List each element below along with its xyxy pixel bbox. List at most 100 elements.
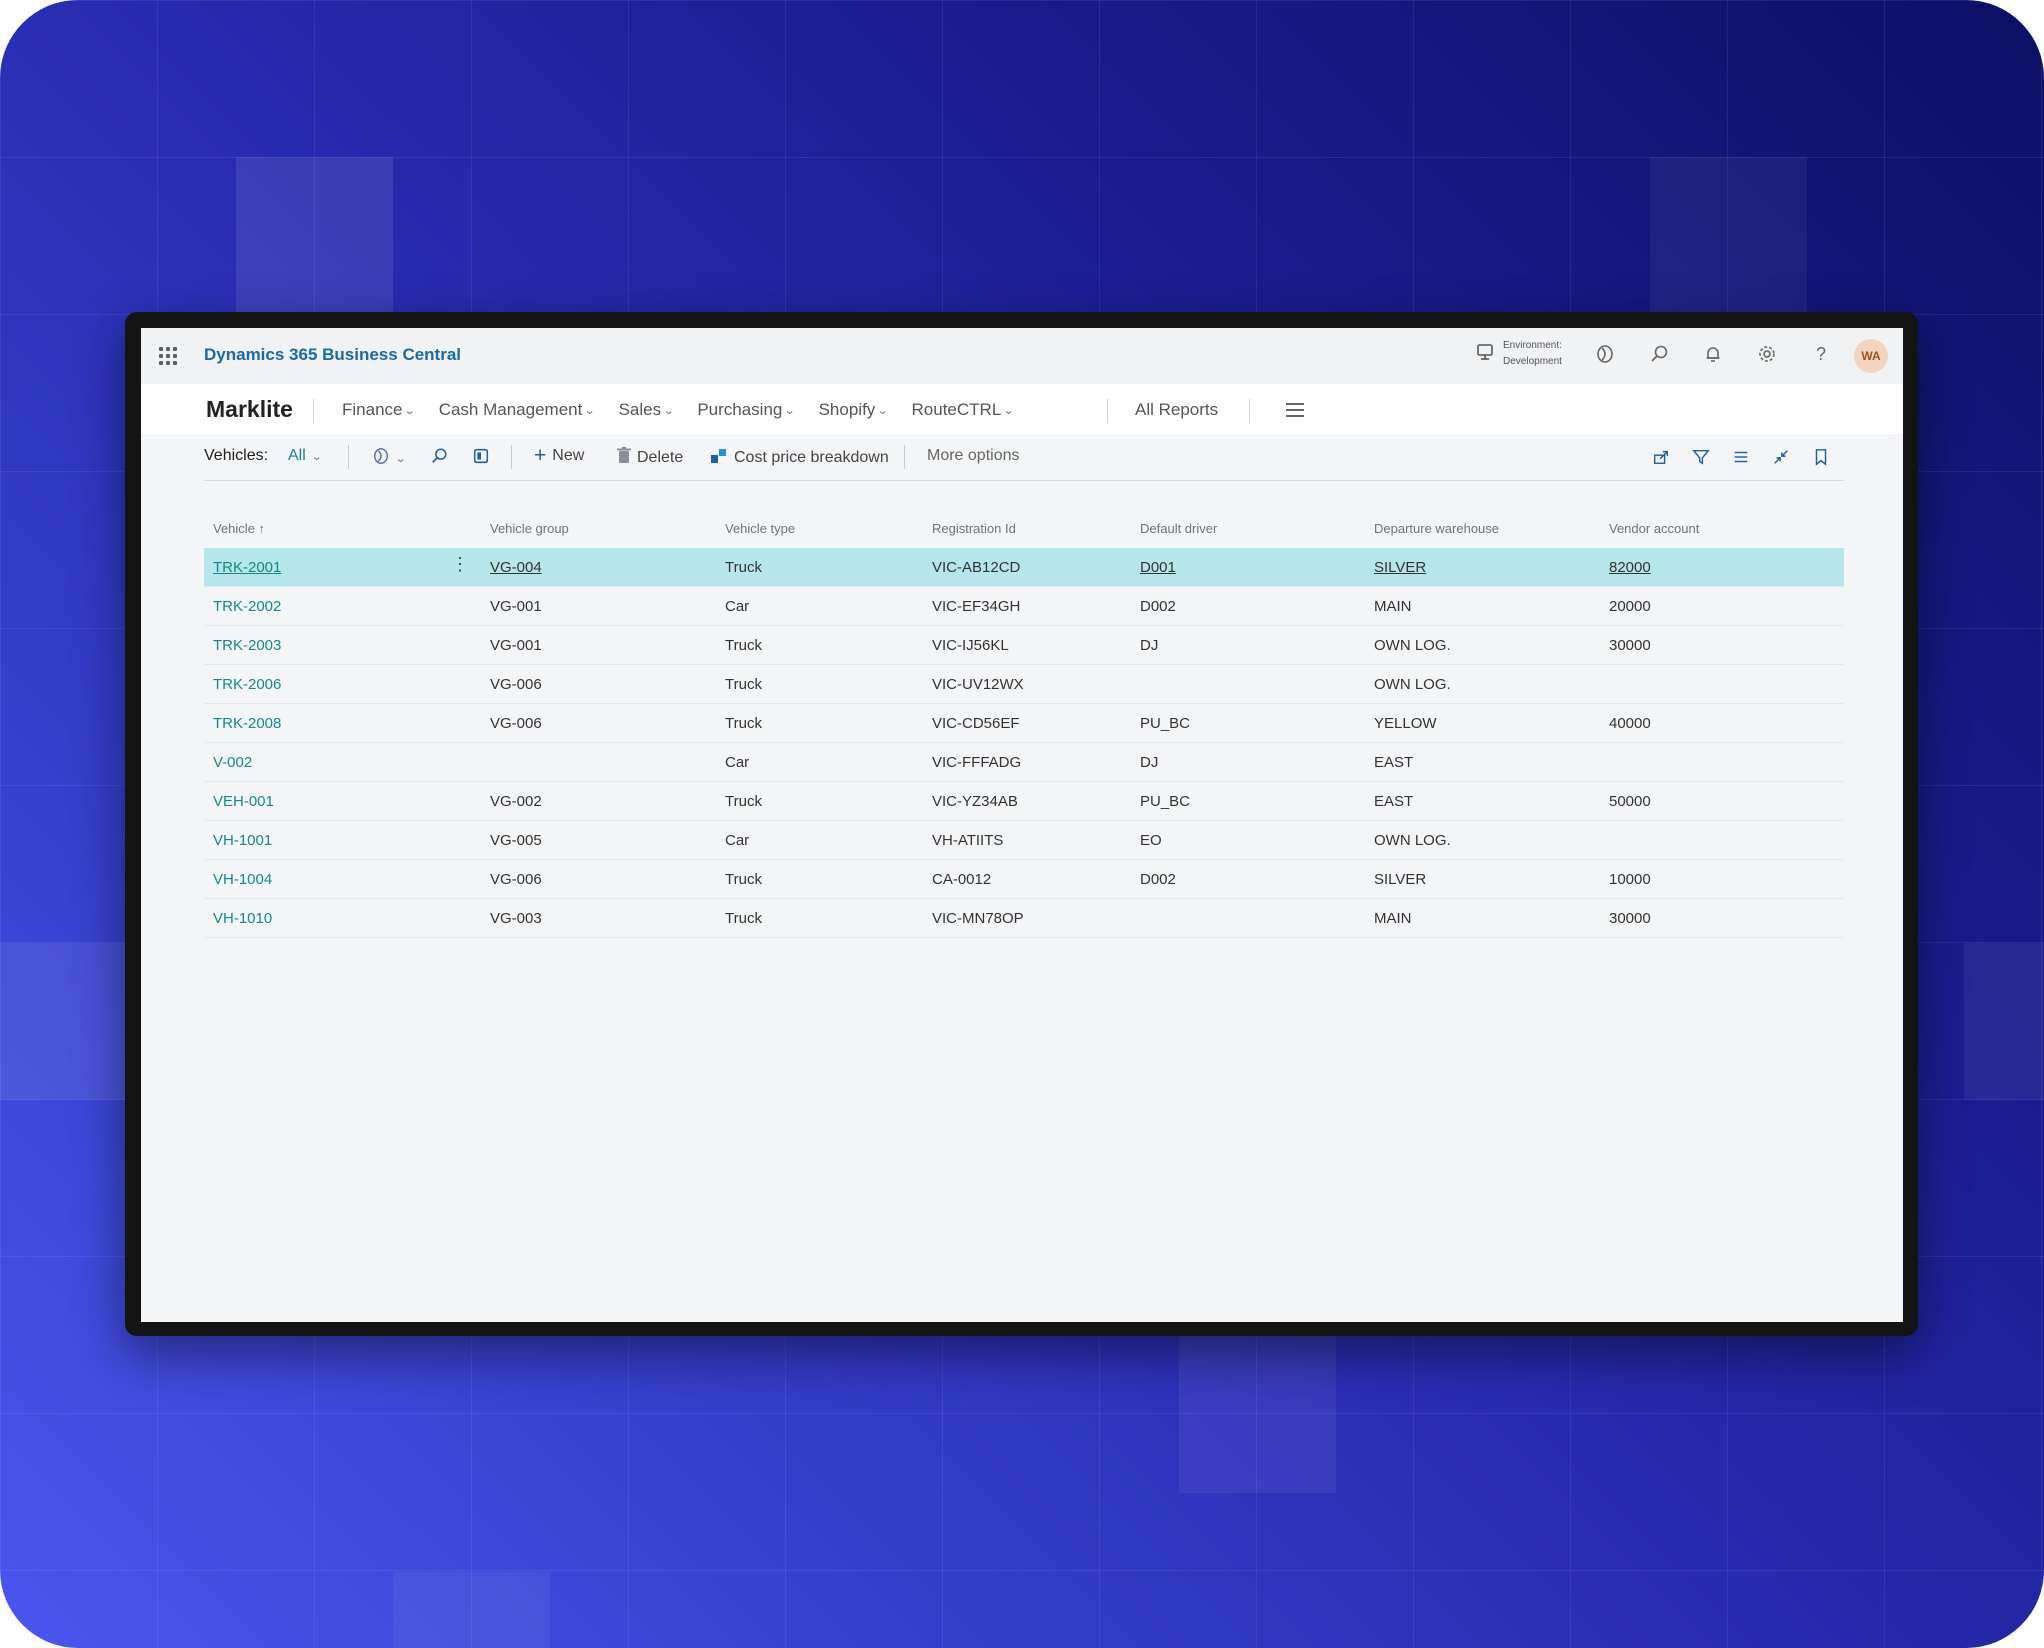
nav-menu-routectrl[interactable]: RouteCTRL ⌄ — [911, 400, 1015, 420]
departure-warehouse-cell: MAIN — [1365, 586, 1600, 626]
gear-icon[interactable] — [1751, 338, 1783, 370]
column-header-departure-warehouse[interactable]: Departure warehouse — [1365, 508, 1600, 548]
vehicle-type-cell: Truck — [716, 859, 923, 899]
vehicle-link[interactable]: VH-1001 — [213, 832, 272, 849]
registration-id-cell: VIC-CD56EF — [923, 703, 1131, 743]
nav-menu-finance[interactable]: Finance ⌄ — [342, 400, 417, 420]
collapse-icon[interactable] — [1768, 444, 1794, 470]
delete-button[interactable]: Delete — [617, 447, 683, 469]
vehicle-link[interactable]: VEH-001 — [213, 793, 274, 810]
nav-menu-label: Shopify — [818, 400, 876, 419]
product-name[interactable]: Dynamics 365 Business Central — [204, 345, 461, 365]
vendor-account-cell — [1600, 742, 1844, 782]
search-icon[interactable] — [1643, 338, 1675, 370]
nav-menu-label: Sales — [618, 400, 662, 419]
vehicle-link[interactable]: TRK-2001 — [213, 559, 281, 576]
copilot-icon[interactable] — [1589, 338, 1621, 370]
edit-list-button[interactable] — [472, 447, 490, 470]
filter-icon[interactable] — [1688, 444, 1714, 470]
registration-id-cell: VIC-AB12CD — [923, 548, 1131, 587]
nav-menu-sales[interactable]: Sales ⌄ — [618, 400, 675, 420]
table-row[interactable]: TRK-2001 ⋮ VG-004 Truck VIC-AB12CD D001 S… — [204, 548, 1844, 587]
column-header-default-driver[interactable]: Default driver — [1131, 508, 1365, 548]
default-driver-cell: D002 — [1131, 586, 1365, 626]
cost-price-breakdown-label: Cost price breakdown — [734, 449, 889, 466]
cost-breakdown-icon — [710, 447, 728, 469]
company-name[interactable]: Marklite — [206, 396, 293, 423]
nav-menu-cash-management[interactable]: Cash Management ⌄ — [439, 400, 596, 420]
default-driver-cell[interactable]: D001 — [1140, 559, 1176, 576]
nav-all-reports[interactable]: All Reports — [1135, 400, 1218, 420]
vehicle-group-cell: VG-005 — [481, 820, 716, 860]
nav-menu-label: RouteCTRL — [911, 400, 1002, 419]
table-row[interactable]: VH-1010 VG-003 Truck VIC-MN78OP MAIN 300… — [204, 898, 1844, 938]
edit-list-icon — [472, 447, 490, 470]
plus-icon: + — [534, 444, 547, 467]
search-list-button[interactable] — [430, 447, 448, 470]
help-icon[interactable]: ? — [1805, 338, 1837, 370]
column-header-vendor-account[interactable]: Vendor account — [1600, 508, 1844, 548]
vehicle-link[interactable]: VH-1010 — [213, 910, 272, 927]
registration-id-cell: VIC-IJ56KL — [923, 625, 1131, 665]
waffle-menu-icon[interactable] — [159, 347, 177, 365]
vehicle-link[interactable]: TRK-2002 — [213, 598, 281, 615]
column-header-vehicle-group[interactable]: Vehicle group — [481, 508, 716, 548]
column-header-vehicle-type[interactable]: Vehicle type — [716, 508, 923, 548]
vehicle-group-cell: VG-001 — [481, 586, 716, 626]
environment-label: Environment: — [1503, 340, 1562, 351]
copilot-actions-button[interactable]: ⌄ — [372, 447, 407, 470]
table-row[interactable]: TRK-2008 VG-006 Truck VIC-CD56EF PU_BC Y… — [204, 703, 1844, 743]
list-view-icon[interactable] — [1728, 444, 1754, 470]
vendor-account-cell[interactable]: 82000 — [1609, 559, 1651, 576]
vehicle-link[interactable]: TRK-2003 — [213, 637, 281, 654]
top-bar: Dynamics 365 Business Central Environmen… — [141, 328, 1903, 385]
vehicle-group-cell[interactable]: VG-004 — [490, 559, 542, 576]
view-filter-dropdown[interactable]: All ⌄ — [288, 447, 323, 465]
table-row[interactable]: TRK-2003 VG-001 Truck VIC-IJ56KL DJ OWN … — [204, 625, 1844, 665]
vehicle-group-cell: VG-006 — [481, 859, 716, 899]
table-row[interactable]: VH-1001 VG-005 Car VH-ATIITS EO OWN LOG. — [204, 820, 1844, 860]
registration-id-cell: CA-0012 — [923, 859, 1131, 899]
table-row[interactable]: TRK-2002 VG-001 Car VIC-EF34GH D002 MAIN… — [204, 586, 1844, 626]
default-driver-cell: EO — [1131, 820, 1365, 860]
registration-id-cell: VIC-MN78OP — [923, 898, 1131, 938]
departure-warehouse-cell: OWN LOG. — [1365, 664, 1600, 704]
chevron-down-icon: ⌄ — [310, 450, 323, 463]
vehicle-group-cell: VG-006 — [481, 703, 716, 743]
vehicle-group-cell: VG-006 — [481, 664, 716, 704]
avatar[interactable]: WA — [1854, 339, 1888, 373]
column-header-vehicle[interactable]: Vehicle ↑ — [204, 508, 481, 548]
row-actions-icon[interactable]: ⋮ — [451, 555, 469, 573]
table-row[interactable]: V-002 Car VIC-FFFADG DJ EAST — [204, 742, 1844, 782]
nav-menu-purchasing[interactable]: Purchasing ⌄ — [697, 400, 796, 420]
bell-icon[interactable] — [1697, 338, 1729, 370]
vehicle-link[interactable]: V-002 — [213, 754, 252, 771]
vehicle-link[interactable]: VH-1004 — [213, 871, 272, 888]
nav-menu-shopify[interactable]: Shopify ⌄ — [818, 400, 889, 420]
page-caption: Vehicles: — [204, 447, 269, 464]
hamburger-menu-icon[interactable] — [1286, 403, 1304, 421]
departure-warehouse-cell[interactable]: SILVER — [1374, 559, 1426, 576]
vehicle-link[interactable]: TRK-2008 — [213, 715, 281, 732]
vehicle-link[interactable]: TRK-2006 — [213, 676, 281, 693]
vehicle-type-cell: Truck — [716, 781, 923, 821]
table-row[interactable]: TRK-2006 VG-006 Truck VIC-UV12WX OWN LOG… — [204, 664, 1844, 704]
cost-price-breakdown-button[interactable]: Cost price breakdown — [710, 447, 889, 469]
bookmark-icon[interactable] — [1808, 444, 1834, 470]
nav-menu-label: Finance — [342, 400, 403, 419]
new-button[interactable]: + New — [534, 444, 584, 467]
share-icon[interactable] — [1648, 444, 1674, 470]
copilot-icon — [372, 447, 390, 470]
column-header-registration-id[interactable]: Registration Id — [923, 508, 1131, 548]
default-driver-cell: DJ — [1131, 742, 1365, 782]
departure-warehouse-cell: OWN LOG. — [1365, 625, 1600, 665]
environment-indicator[interactable]: Environment: Development — [1475, 338, 1562, 370]
more-options-button[interactable]: More options — [927, 447, 1020, 465]
registration-id-cell: VIC-UV12WX — [923, 664, 1131, 704]
table-row[interactable]: VEH-001 VG-002 Truck VIC-YZ34AB PU_BC EA… — [204, 781, 1844, 821]
action-bar: Vehicles: All ⌄ ⌄ + New Delete Cost pric… — [204, 434, 1844, 481]
departure-warehouse-cell: YELLOW — [1365, 703, 1600, 743]
chevron-down-icon: ⌄ — [404, 404, 417, 417]
table-row[interactable]: VH-1004 VG-006 Truck CA-0012 D002 SILVER… — [204, 859, 1844, 899]
departure-warehouse-cell: EAST — [1365, 781, 1600, 821]
